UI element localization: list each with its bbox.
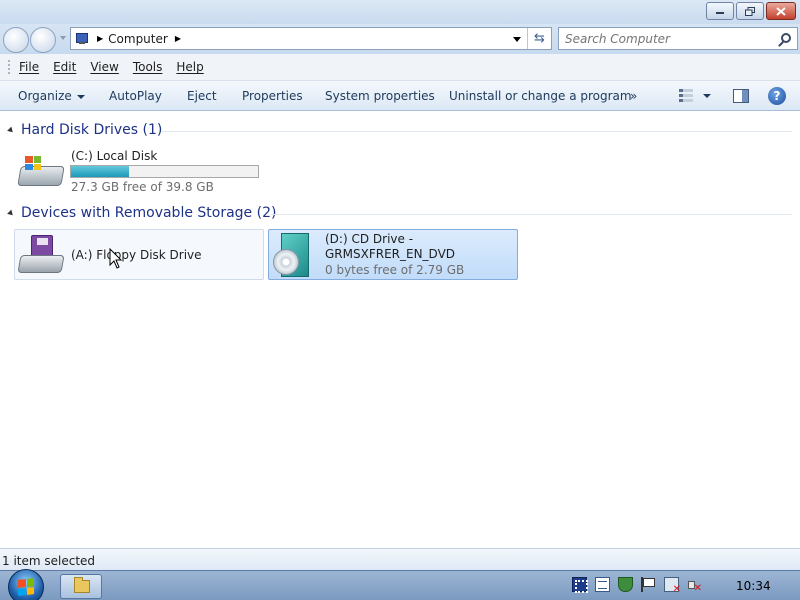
volume-muted-icon[interactable] xyxy=(687,577,702,594)
drive-name: (A:) Floppy Disk Drive xyxy=(71,248,202,262)
drive-name: (D:) CD Drive - xyxy=(325,232,414,246)
collapse-arrow-icon[interactable] xyxy=(7,209,15,217)
drive-label: GRMSXFRER_EN_DVD xyxy=(325,247,456,261)
refresh-icon: ⇆ xyxy=(534,31,545,46)
taskbar-explorer-button[interactable] xyxy=(60,574,102,599)
floppy-disk-icon xyxy=(17,233,65,277)
uninstall-program-button[interactable]: Uninstall or change a program xyxy=(449,89,632,103)
autoplay-button[interactable]: AutoPlay xyxy=(109,89,162,103)
computer-icon xyxy=(76,32,90,45)
drive-name: (C:) Local Disk xyxy=(71,149,158,163)
group-header-hard-disk-drives[interactable]: Hard Disk Drives (1) xyxy=(7,122,163,138)
network-disconnected-icon[interactable] xyxy=(664,577,681,595)
organize-button[interactable]: Organize xyxy=(18,89,85,103)
recent-pages-dropdown[interactable] xyxy=(60,36,66,40)
group-divider xyxy=(271,214,792,215)
more-commands-button[interactable]: » xyxy=(630,89,637,103)
menu-help[interactable]: Help xyxy=(176,60,203,74)
close-icon xyxy=(776,6,786,16)
restore-icon xyxy=(745,6,755,16)
breadcrumb-arrow-icon[interactable]: ▶ xyxy=(175,34,181,43)
document-icon[interactable] xyxy=(595,577,610,592)
help-icon[interactable]: ? xyxy=(768,87,786,105)
mouse-cursor-icon xyxy=(109,248,123,269)
drive-usage-bar xyxy=(70,165,259,178)
taskbar: 10:34 xyxy=(0,569,800,600)
window-controls xyxy=(706,2,796,20)
drive-usage-fill xyxy=(71,166,129,177)
address-bar[interactable]: ▶ Computer ▶ ⇆ xyxy=(70,27,552,50)
properties-button[interactable]: Properties xyxy=(242,89,303,103)
system-properties-button[interactable]: System properties xyxy=(325,89,435,103)
cd-drive-icon xyxy=(273,231,313,279)
back-button[interactable] xyxy=(3,27,29,53)
start-button[interactable] xyxy=(8,569,44,600)
taskbar-clock[interactable]: 10:34 xyxy=(736,579,771,593)
address-dropdown[interactable] xyxy=(513,37,521,42)
status-text: 1 item selected xyxy=(2,554,96,568)
menu-bar: File Edit View Tools Help xyxy=(0,54,800,81)
menu-tools[interactable]: Tools xyxy=(133,60,163,74)
menu-view[interactable]: View xyxy=(90,60,118,74)
group-title: Devices with Removable Storage (2) xyxy=(21,205,277,221)
search-box xyxy=(558,27,798,50)
security-shield-icon[interactable] xyxy=(618,577,633,592)
restore-button[interactable] xyxy=(736,2,764,20)
drive-free-space: 27.3 GB free of 39.8 GB xyxy=(71,180,214,194)
status-bar: 1 item selected xyxy=(0,548,800,570)
windows-logo-icon xyxy=(18,578,34,596)
drive-a-floppy[interactable]: (A:) Floppy Disk Drive xyxy=(14,229,264,280)
preview-pane-icon[interactable] xyxy=(733,89,749,103)
language-bar-icon[interactable] xyxy=(572,577,588,593)
group-title: Hard Disk Drives (1) xyxy=(21,122,163,138)
eject-button[interactable]: Eject xyxy=(187,89,217,103)
chevron-down-icon xyxy=(76,94,85,99)
menu-edit[interactable]: Edit xyxy=(53,60,76,74)
group-header-removable-storage[interactable]: Devices with Removable Storage (2) xyxy=(7,205,277,221)
hard-disk-icon xyxy=(17,152,65,192)
menu-grip xyxy=(8,60,11,74)
forward-button[interactable] xyxy=(30,27,56,53)
minimize-button[interactable] xyxy=(706,2,734,20)
change-view-icon[interactable] xyxy=(679,89,693,103)
menu-file[interactable]: File xyxy=(19,60,39,74)
action-center-flag-icon[interactable] xyxy=(641,577,656,592)
drive-c-local-disk[interactable]: (C:) Local Disk 27.3 GB free of 39.8 GB xyxy=(0,144,270,196)
windows-logo-icon xyxy=(25,156,41,170)
file-list: Hard Disk Drives (1) (C:) Local Disk 27.… xyxy=(0,112,800,548)
minimize-icon xyxy=(716,12,724,14)
breadcrumb-computer[interactable]: Computer xyxy=(108,32,168,46)
system-tray xyxy=(572,577,702,595)
refresh-button[interactable]: ⇆ xyxy=(527,28,551,49)
organize-label: Organize xyxy=(18,89,72,103)
drive-free-space: 0 bytes free of 2.79 GB xyxy=(325,263,465,277)
breadcrumb-arrow-icon[interactable]: ▶ xyxy=(97,34,103,43)
group-divider xyxy=(162,131,792,132)
drive-d-cd[interactable]: (D:) CD Drive - GRMSXFRER_EN_DVD 0 bytes… xyxy=(268,229,518,280)
close-button[interactable] xyxy=(766,2,796,20)
collapse-arrow-icon[interactable] xyxy=(7,126,15,134)
title-bar xyxy=(0,0,800,24)
view-options-dropdown[interactable] xyxy=(703,94,711,98)
search-icon[interactable] xyxy=(781,33,791,43)
navigation-bar: ▶ Computer ▶ ⇆ xyxy=(0,24,800,54)
command-bar: Organize AutoPlay Eject Properties Syste… xyxy=(0,81,800,111)
search-input[interactable] xyxy=(565,31,775,46)
folder-icon xyxy=(74,577,90,593)
